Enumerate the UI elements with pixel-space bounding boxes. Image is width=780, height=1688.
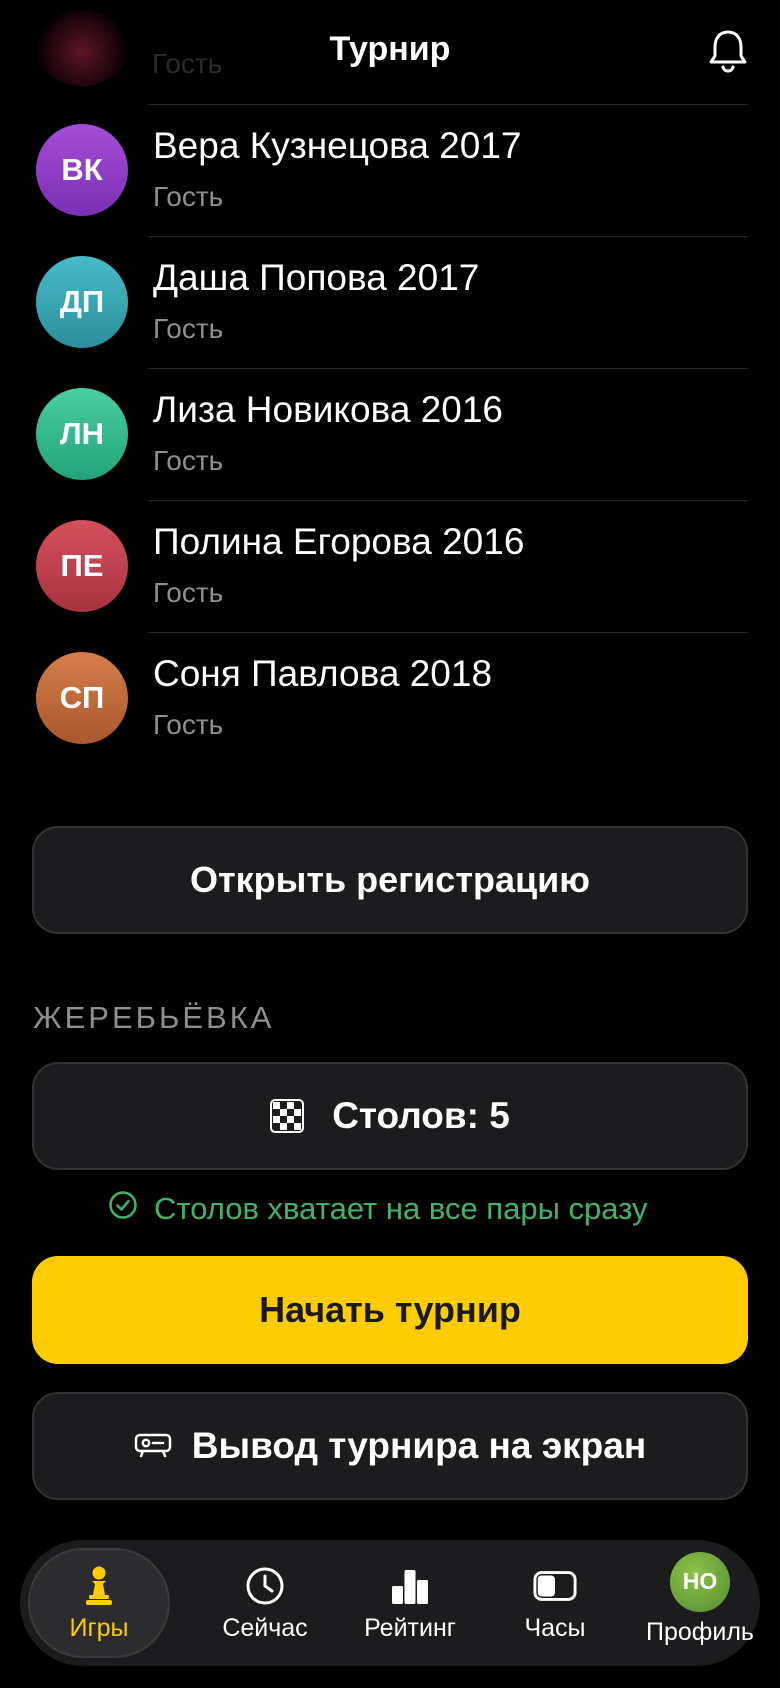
avatar: ДП <box>36 256 128 348</box>
tab-games-label: Игры <box>69 1613 129 1642</box>
tables-count-label: Столов: 5 <box>332 1095 510 1136</box>
draw-section-title: ЖЕРЕБЬЁВКА <box>33 1000 275 1035</box>
chess-clock-icon <box>533 1564 577 1608</box>
tab-clock-label: Часы <box>524 1613 586 1642</box>
player-name: Даша Попова 2017 <box>153 257 480 298</box>
avatar: ЛН <box>36 388 128 480</box>
player-list: ВК Вера Кузнецова 2017 Гость ДП Даша Поп… <box>0 105 780 765</box>
list-item[interactable]: ДП Даша Попова 2017 Гость <box>0 237 780 369</box>
top-bar: Гость Турнир <box>0 0 780 105</box>
player-name: Вера Кузнецова 2017 <box>153 125 522 166</box>
tab-profile[interactable]: НО Профиль <box>629 1548 771 1658</box>
tab-now[interactable]: Сейчас <box>194 1548 336 1658</box>
bell-icon[interactable] <box>706 28 750 74</box>
start-tournament-label: Начать турнир <box>259 1289 521 1330</box>
tables-hint-text: Столов хватает на все пары сразу <box>154 1191 648 1226</box>
player-name: Лиза Новикова 2016 <box>153 389 503 430</box>
tables-hint: Столов хватает на все пары сразу <box>108 1190 647 1228</box>
tables-count-button[interactable]: Столов: 5 <box>32 1062 748 1170</box>
open-registration-label: Открыть регистрацию <box>190 859 590 900</box>
pawn-icon <box>77 1564 121 1608</box>
tab-now-label: Сейчас <box>222 1613 308 1642</box>
page-title: Турнир <box>329 30 451 68</box>
show-on-screen-button[interactable]: Вывод турнира на экран <box>32 1392 748 1500</box>
clock-icon <box>243 1564 287 1608</box>
player-role: Гость <box>153 577 224 608</box>
chessboard-icon <box>270 1099 305 1133</box>
tab-bar: Игры Сейчас Рейтинг Часы НО Профиль <box>20 1540 760 1666</box>
check-circle-icon <box>108 1190 138 1228</box>
list-item[interactable]: СП Соня Павлова 2018 Гость <box>0 633 780 765</box>
player-name: Соня Павлова 2018 <box>153 653 493 694</box>
player-role: Гость <box>153 313 224 344</box>
player-name: Полина Егорова 2016 <box>153 521 525 562</box>
player-role: Гость <box>153 709 224 740</box>
list-item[interactable]: ПЕ Полина Егорова 2016 Гость <box>0 501 780 633</box>
bar-chart-icon <box>388 1564 432 1608</box>
list-item[interactable]: ВК Вера Кузнецова 2017 Гость <box>0 105 780 237</box>
player-role: Гость <box>153 445 224 476</box>
player-role: Гость <box>153 181 224 212</box>
projector-icon <box>134 1425 172 1467</box>
tab-rating[interactable]: Рейтинг <box>339 1548 481 1658</box>
tab-games[interactable]: Игры <box>28 1548 170 1658</box>
tab-profile-label: Профиль <box>646 1617 754 1646</box>
start-tournament-button[interactable]: Начать турнир <box>32 1256 748 1364</box>
open-registration-button[interactable]: Открыть регистрацию <box>32 826 748 934</box>
avatar: СП <box>36 652 128 744</box>
list-item[interactable]: ЛН Лиза Новикова 2016 Гость <box>0 369 780 501</box>
avatar: ВК <box>36 124 128 216</box>
show-on-screen-label: Вывод турнира на экран <box>191 1425 647 1466</box>
avatar: ПЕ <box>36 520 128 612</box>
profile-avatar: НО <box>670 1551 730 1612</box>
tab-clock[interactable]: Часы <box>484 1548 626 1658</box>
tab-rating-label: Рейтинг <box>364 1613 456 1642</box>
